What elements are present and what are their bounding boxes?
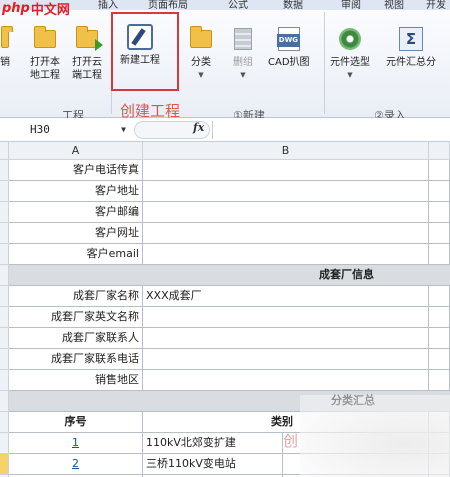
ribbon: 销 打开本 地工程 打开云 端工程 新建工程 分类 ▼ 删组 ▼ DWG CAD… xyxy=(0,10,450,122)
cad-extract-button[interactable]: DWG CAD扒图 xyxy=(268,24,310,69)
cloud-folder-icon xyxy=(76,26,103,51)
empty-cell[interactable] xyxy=(429,328,450,349)
field-label: 客户地址 xyxy=(9,181,143,202)
chevron-down-icon[interactable]: ▼ xyxy=(121,121,126,139)
empty-cell[interactable] xyxy=(429,370,450,391)
row-header[interactable] xyxy=(0,286,9,307)
dwg-file-icon: DWG xyxy=(276,27,301,51)
field-value[interactable] xyxy=(143,307,429,328)
folder-icon xyxy=(1,26,13,48)
column-header-c[interactable] xyxy=(429,142,450,160)
field-label: 成套厂家联系电话 xyxy=(9,349,143,370)
chevron-down-icon: ▼ xyxy=(347,71,353,79)
field-value[interactable] xyxy=(143,349,429,370)
row-header[interactable] xyxy=(0,391,9,412)
table-row-seq-link[interactable]: 1 xyxy=(9,433,143,454)
open-cloud-label-2: 端工程 xyxy=(72,70,102,81)
gear-icon xyxy=(339,28,361,50)
field-value[interactable] xyxy=(143,328,429,349)
table-row-name[interactable]: 三桥110kV变电站 xyxy=(143,454,283,475)
empty-cell[interactable] xyxy=(429,286,450,307)
row-header[interactable] xyxy=(0,265,9,286)
open-local-label-1: 打开本 xyxy=(30,57,60,68)
row-header[interactable] xyxy=(0,202,9,223)
row-header[interactable] xyxy=(0,412,9,433)
sigma-icon: Σ xyxy=(399,27,423,51)
open-local-project-button[interactable]: 打开本 地工程 xyxy=(30,24,60,82)
column-header-a[interactable]: A xyxy=(9,142,143,160)
table-row-seq-link[interactable]: 2 xyxy=(9,454,143,475)
formula-bar: H30 ▼ fx xyxy=(0,118,450,142)
row-header[interactable] xyxy=(0,370,9,391)
field-label: 客户网址 xyxy=(9,223,143,244)
section-vendor-info: 成套厂信息 xyxy=(9,265,450,286)
empty-cell[interactable] xyxy=(429,307,450,328)
row-header[interactable] xyxy=(0,433,9,454)
field-value[interactable] xyxy=(143,181,429,202)
field-label: 成套厂家联系人 xyxy=(9,328,143,349)
table-header-seq: 序号 xyxy=(9,412,143,433)
component-select-button[interactable]: 元件选型 ▼ xyxy=(330,24,370,82)
empty-cell[interactable] xyxy=(429,244,450,265)
fx-icon[interactable]: fx xyxy=(193,121,204,134)
column-header-b[interactable]: B xyxy=(143,142,429,160)
empty-cell[interactable] xyxy=(429,202,450,223)
folder-icon xyxy=(34,26,56,48)
row-header[interactable] xyxy=(0,349,9,370)
field-value[interactable] xyxy=(143,370,429,391)
classify-label: 分类 xyxy=(191,57,211,68)
cut-off-button[interactable]: 销 xyxy=(0,24,13,69)
row-header[interactable] xyxy=(0,454,9,475)
select-all-corner[interactable] xyxy=(0,142,9,160)
component-summary-button[interactable]: Σ 元件汇总分 xyxy=(386,24,436,69)
empty-cell[interactable] xyxy=(429,223,450,244)
row-header[interactable] xyxy=(0,181,9,202)
field-label: 客户邮编 xyxy=(9,202,143,223)
cut-off-label: 销 xyxy=(0,57,10,68)
blur-overlay xyxy=(300,395,450,477)
field-label: 客户email xyxy=(9,244,143,265)
field-value[interactable] xyxy=(143,202,429,223)
classify-folder-icon xyxy=(190,26,212,48)
field-value[interactable] xyxy=(143,223,429,244)
empty-cell[interactable] xyxy=(429,181,450,202)
field-value[interactable]: XXX成套厂 xyxy=(143,286,429,307)
watermark-cn: 中文网 xyxy=(30,2,70,18)
row-header[interactable] xyxy=(0,244,9,265)
row-header[interactable] xyxy=(0,328,9,349)
field-label: 成套厂家英文名称 xyxy=(9,307,143,328)
chevron-down-icon: ▼ xyxy=(198,71,204,79)
delete-group-button[interactable]: 删组 ▼ xyxy=(229,24,257,82)
classify-button[interactable]: 分类 ▼ xyxy=(187,24,215,82)
field-value[interactable] xyxy=(143,160,429,181)
table-icon xyxy=(234,28,252,50)
open-local-label-2: 地工程 xyxy=(30,70,60,81)
formula-input[interactable] xyxy=(212,121,450,139)
name-box-value: H30 xyxy=(30,123,50,136)
watermark-char: 创 xyxy=(283,432,299,450)
open-cloud-project-button[interactable]: 打开云 端工程 xyxy=(72,24,103,82)
field-label: 销售地区 xyxy=(9,370,143,391)
chevron-down-icon: ▼ xyxy=(240,71,246,79)
watermark-logo: php 中文网 xyxy=(2,0,70,18)
table-row-name[interactable]: 110kV北郊变扩建 xyxy=(143,433,283,454)
field-label: 客户电话传真 xyxy=(9,160,143,181)
name-box[interactable]: H30 ▼ xyxy=(8,121,126,139)
highlight-box xyxy=(111,12,179,91)
cad-extract-label: CAD扒图 xyxy=(268,57,310,68)
field-value[interactable] xyxy=(143,244,429,265)
component-summary-label: 元件汇总分 xyxy=(386,57,436,68)
open-cloud-label-1: 打开云 xyxy=(72,57,102,68)
field-label: 成套厂家名称 xyxy=(9,286,143,307)
row-header[interactable] xyxy=(0,160,9,181)
empty-cell[interactable] xyxy=(429,349,450,370)
row-header[interactable] xyxy=(0,223,9,244)
delete-group-label: 删组 xyxy=(233,57,253,68)
empty-cell[interactable] xyxy=(429,160,450,181)
component-select-label: 元件选型 xyxy=(330,57,370,68)
watermark-php: php xyxy=(2,0,30,16)
row-header[interactable] xyxy=(0,307,9,328)
